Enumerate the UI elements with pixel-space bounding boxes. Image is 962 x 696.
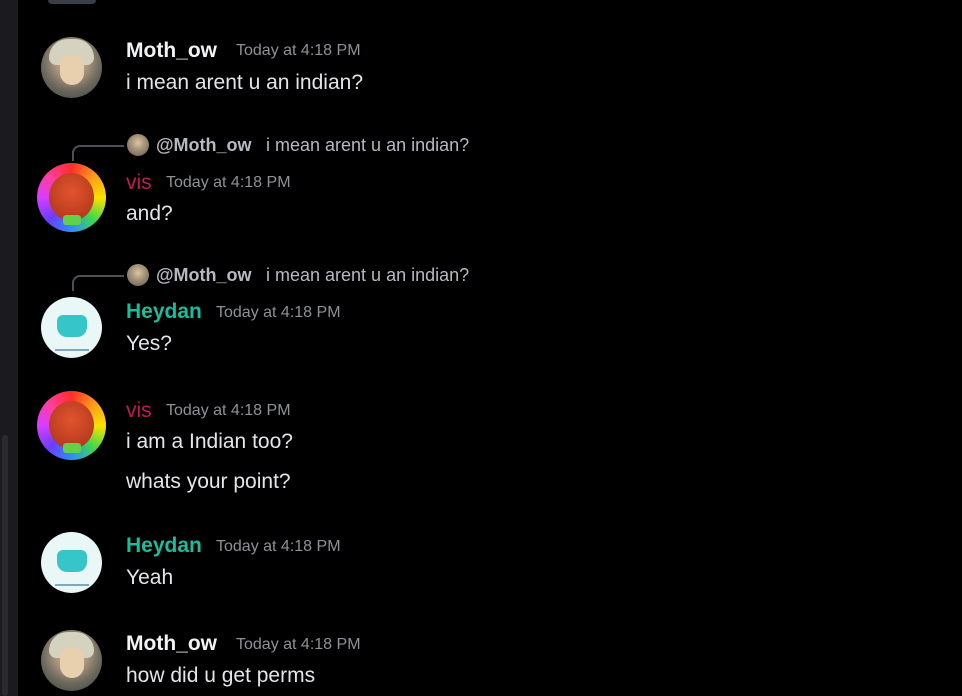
avatar-heydan[interactable] bbox=[41, 297, 102, 358]
author-name[interactable]: Moth_ow bbox=[126, 631, 217, 657]
reply-snippet[interactable]: i mean arent u an indian? bbox=[266, 263, 469, 287]
message-text: Yeah bbox=[126, 566, 174, 589]
reply-mention[interactable]: @Moth_ow bbox=[156, 133, 252, 157]
message-timestamp[interactable]: Today at 4:18 PM bbox=[166, 400, 291, 422]
author-name[interactable]: Heydan bbox=[126, 299, 202, 325]
message-timestamp[interactable]: Today at 4:18 PM bbox=[236, 634, 361, 656]
message-text: i am a Indian too? bbox=[126, 430, 293, 453]
message-text: whats your point? bbox=[126, 470, 291, 493]
message-text: i mean arent u an indian? bbox=[126, 71, 363, 94]
reply-connector bbox=[72, 145, 124, 161]
message-timestamp[interactable]: Today at 4:18 PM bbox=[216, 302, 341, 324]
message-timestamp[interactable]: Today at 4:18 PM bbox=[166, 172, 291, 194]
author-name[interactable]: Moth_ow bbox=[126, 38, 217, 64]
reply-mention[interactable]: @Moth_ow bbox=[156, 263, 252, 287]
avatar-heydan[interactable] bbox=[41, 532, 102, 593]
author-name[interactable]: vis bbox=[126, 170, 152, 196]
message-text: and? bbox=[126, 202, 173, 225]
reply-preview[interactable]: @Moth_ow i mean arent u an indian? bbox=[0, 263, 962, 291]
author-name[interactable]: Heydan bbox=[126, 533, 202, 559]
author-name[interactable]: vis bbox=[126, 398, 152, 424]
reply-avatar-moth-ow bbox=[127, 264, 149, 286]
reply-avatar-moth-ow bbox=[127, 134, 149, 156]
avatar-vis[interactable] bbox=[37, 391, 106, 460]
chat-message-list: Moth_ow Today at 4:18 PM i mean arent u … bbox=[0, 0, 962, 696]
scrollbar-thumb[interactable] bbox=[2, 435, 8, 696]
reply-connector bbox=[72, 275, 124, 291]
avatar-moth-ow[interactable] bbox=[41, 630, 102, 691]
message-timestamp[interactable]: Today at 4:18 PM bbox=[236, 40, 361, 62]
message-text: how did u get perms bbox=[126, 664, 316, 687]
avatar-vis[interactable] bbox=[37, 163, 106, 232]
scrollbar-track[interactable] bbox=[0, 0, 18, 696]
message-text: Yes? bbox=[126, 332, 172, 355]
message-timestamp[interactable]: Today at 4:18 PM bbox=[216, 536, 341, 558]
previous-avatar-stub bbox=[48, 0, 96, 4]
reply-snippet[interactable]: i mean arent u an indian? bbox=[266, 133, 469, 157]
reply-preview[interactable]: @Moth_ow i mean arent u an indian? bbox=[0, 133, 962, 161]
avatar-moth-ow[interactable] bbox=[41, 37, 102, 98]
